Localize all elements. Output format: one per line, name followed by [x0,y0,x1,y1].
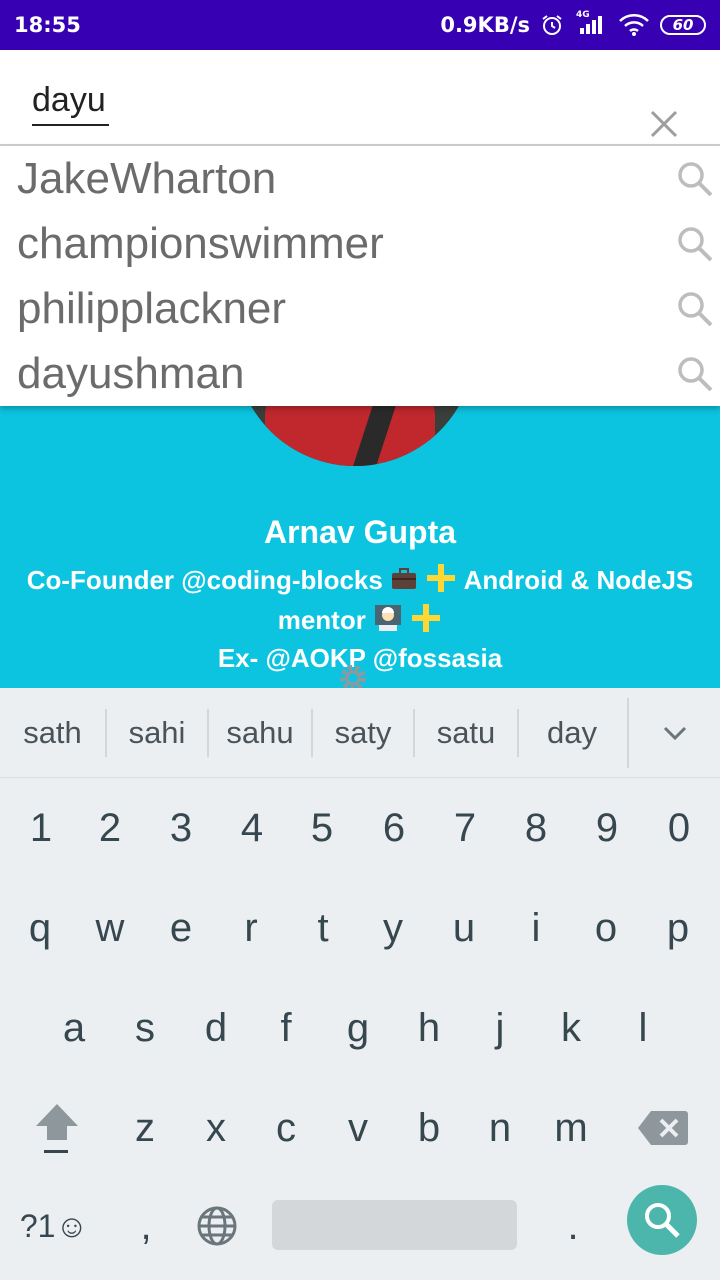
search-icon [678,162,713,197]
backspace-key[interactable] [628,1088,698,1168]
key-a[interactable]: a [42,988,106,1068]
key-j[interactable]: j [468,988,532,1068]
prediction-word[interactable]: day [519,709,625,757]
search-icon [678,357,713,392]
key-b[interactable]: b [397,1088,461,1168]
key-3[interactable]: 3 [149,788,213,868]
suggestion-item[interactable]: championswimmer [0,211,720,276]
status-time: 18:55 [14,13,81,37]
suggestion-item[interactable]: philipplackner [0,276,720,341]
key-1[interactable]: 1 [9,788,73,868]
key-7[interactable]: 7 [433,788,497,868]
suggestion-item[interactable]: JakeWharton [0,146,720,211]
key-d[interactable]: d [184,988,248,1068]
key-k[interactable]: k [539,988,603,1068]
search-bar [0,50,720,146]
search-icon [678,227,713,262]
period-key[interactable]: . [541,1186,605,1266]
key-z[interactable]: z [113,1088,177,1168]
teacher-icon [373,603,403,641]
key-m[interactable]: m [539,1088,603,1168]
search-input-underline [32,124,109,126]
suggestion-label: dayushman [17,349,245,398]
key-9[interactable]: 9 [575,788,639,868]
clear-search-button[interactable] [640,100,688,148]
symbols-key[interactable]: ?1☺ [14,1186,94,1266]
plus-icon [425,562,457,602]
prediction-word[interactable]: sahu [209,708,313,757]
key-u[interactable]: u [432,888,496,968]
signal-label: 4G [576,10,590,20]
suggestion-item[interactable]: dayushman [0,341,720,406]
key-o[interactable]: o [574,888,638,968]
close-icon [650,110,678,138]
key-g[interactable]: g [326,988,390,1068]
prediction-word[interactable]: satu [415,708,519,757]
prediction-word[interactable]: saty [313,708,415,757]
key-v[interactable]: v [326,1088,390,1168]
network-speed: 0.9KB/s [440,13,530,37]
prediction-word[interactable]: sath [0,708,107,757]
profile-name: Arnav Gupta [263,514,457,550]
key-8[interactable]: 8 [504,788,568,868]
language-key[interactable] [185,1186,249,1266]
search-suggestions: JakeWharton championswimmer philipplackn… [0,146,720,406]
search-action-key[interactable] [627,1185,697,1255]
suggestion-label: philipplackner [17,284,287,333]
key-w[interactable]: w [78,888,142,968]
prediction-word[interactable]: sahi [107,708,209,757]
key-c[interactable]: c [254,1088,318,1168]
bio-line-1-part-b: Android & NodeJS [463,564,694,595]
key-q[interactable]: q [8,888,72,968]
alarm-icon [540,13,564,37]
key-l[interactable]: l [611,988,675,1068]
search-icon [678,292,713,327]
key-s[interactable]: s [113,988,177,1068]
suggestion-label: championswimmer [17,219,384,268]
space-key[interactable] [272,1200,517,1250]
profile-bio: Co-Founder @coding-blocks Android & Node… [0,562,720,675]
gear-icon [337,662,369,688]
prediction-bar: sath sahi sahu saty satu day [0,688,720,778]
key-f[interactable]: f [254,988,318,1068]
key-p[interactable]: p [646,888,710,968]
signal-icon: 4G [574,10,608,36]
shift-key[interactable] [24,1088,90,1168]
key-0[interactable]: 0 [647,788,711,868]
key-r[interactable]: r [219,888,283,968]
soft-keyboard: sath sahi sahu saty satu day 1 2 3 4 5 6… [0,688,720,1280]
key-t[interactable]: t [291,888,355,968]
bio-line-2: mentor [0,602,720,642]
key-y[interactable]: y [361,888,425,968]
key-6[interactable]: 6 [362,788,426,868]
battery-indicator: 60 [660,15,706,35]
expand-predictions-button[interactable] [627,698,720,768]
bio-line-1-part-a: Co-Founder @coding-blocks [26,564,383,595]
globe-icon [197,1206,237,1246]
briefcase-icon [390,566,418,599]
key-h[interactable]: h [397,988,461,1068]
backspace-icon [638,1111,688,1145]
key-2[interactable]: 2 [78,788,142,868]
bio-line-2-text: mentor [277,604,366,635]
key-x[interactable]: x [184,1088,248,1168]
comma-key[interactable]: , [114,1186,178,1266]
key-e[interactable]: e [149,888,213,968]
key-i[interactable]: i [504,888,568,968]
bio-line-1: Co-Founder @coding-blocks Android & Node… [0,562,720,602]
chevron-down-icon [663,726,686,741]
status-bar: 18:55 0.9KB/s 4G 60 [0,0,720,50]
search-icon [645,1203,680,1238]
suggestion-label: JakeWharton [17,154,277,203]
plus-icon [410,602,442,642]
key-4[interactable]: 4 [220,788,284,868]
key-5[interactable]: 5 [290,788,354,868]
key-n[interactable]: n [468,1088,532,1168]
wifi-icon [618,13,650,37]
search-input[interactable] [32,78,592,122]
status-indicators: 0.9KB/s 4G 60 [440,10,706,37]
shift-icon [36,1104,78,1153]
